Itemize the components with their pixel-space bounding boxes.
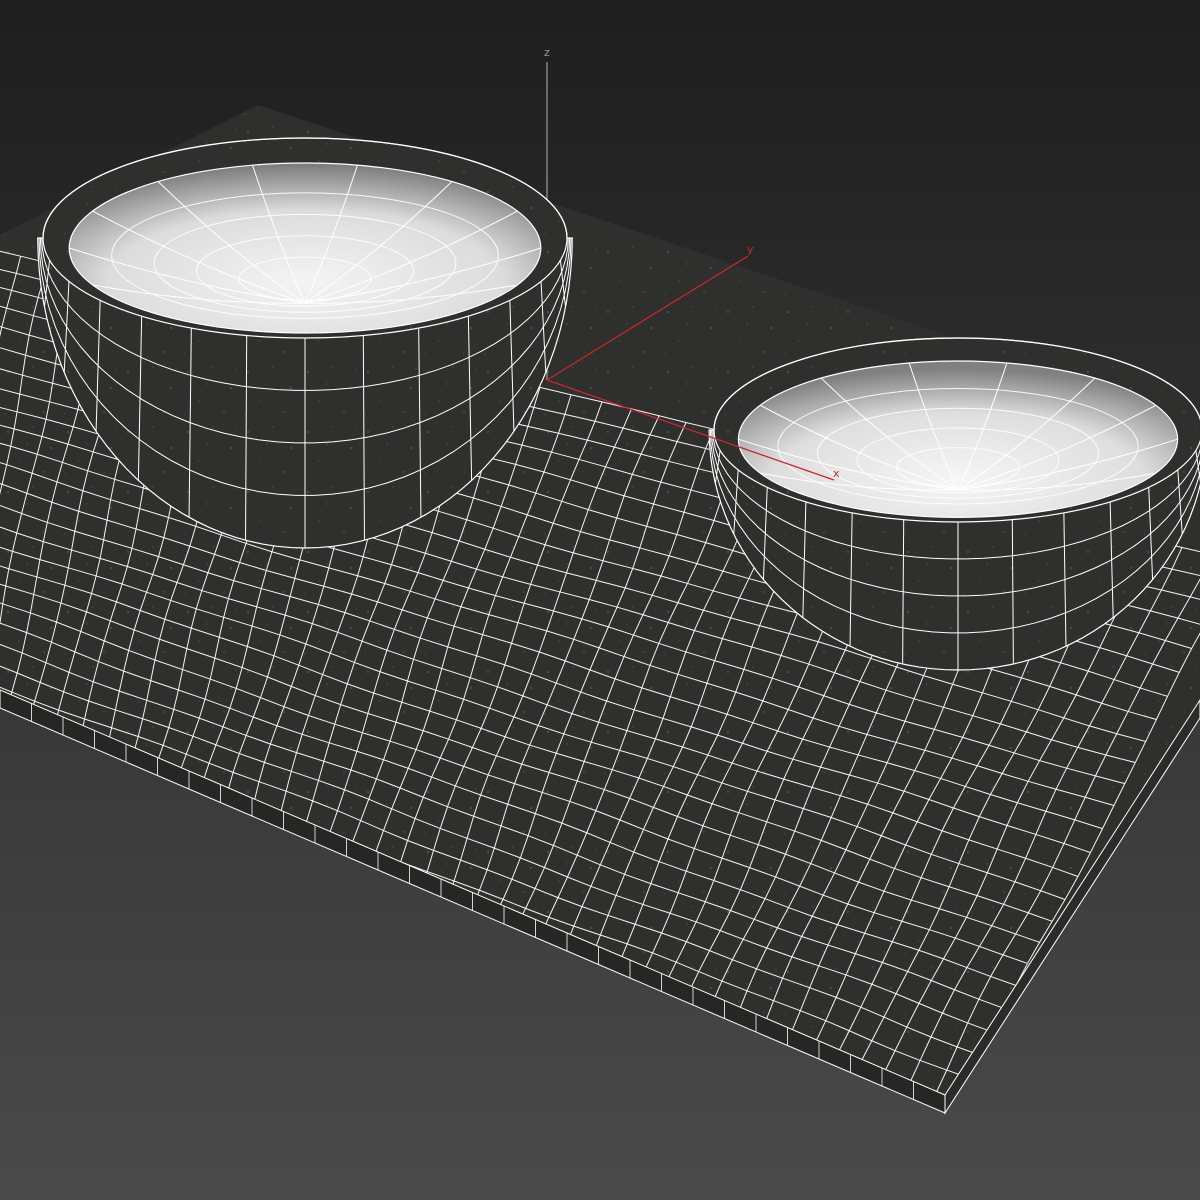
bowl-small-inner-surface: [737, 360, 1179, 518]
gizmo-x-label: x: [833, 467, 840, 480]
gizmo-z-label: z: [544, 46, 550, 59]
3d-viewport[interactable]: z y x: [0, 0, 1200, 1200]
bowl-large-inner-surface: [68, 162, 542, 334]
gizmo-y-label: y: [747, 243, 754, 256]
